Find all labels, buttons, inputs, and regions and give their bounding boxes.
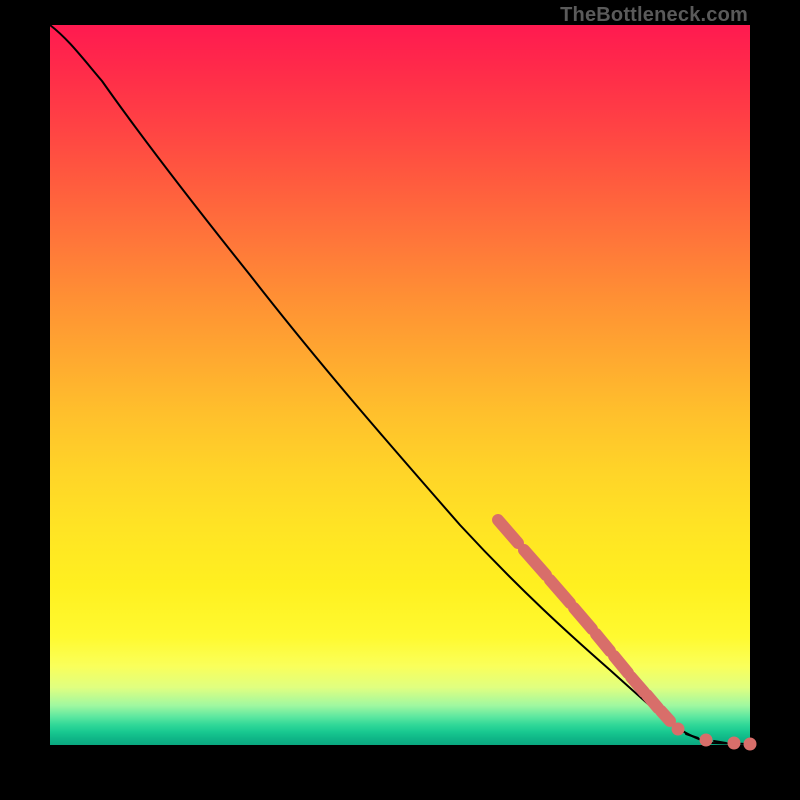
chart-container: TheBottleneck.com <box>0 0 800 800</box>
bottleneck-curve <box>50 25 750 744</box>
watermark-text: TheBottleneck.com <box>560 4 748 27</box>
plot-area <box>50 25 750 745</box>
highlight-dashes <box>498 520 670 721</box>
tail-segment <box>672 723 757 751</box>
curve-svg <box>50 25 750 745</box>
